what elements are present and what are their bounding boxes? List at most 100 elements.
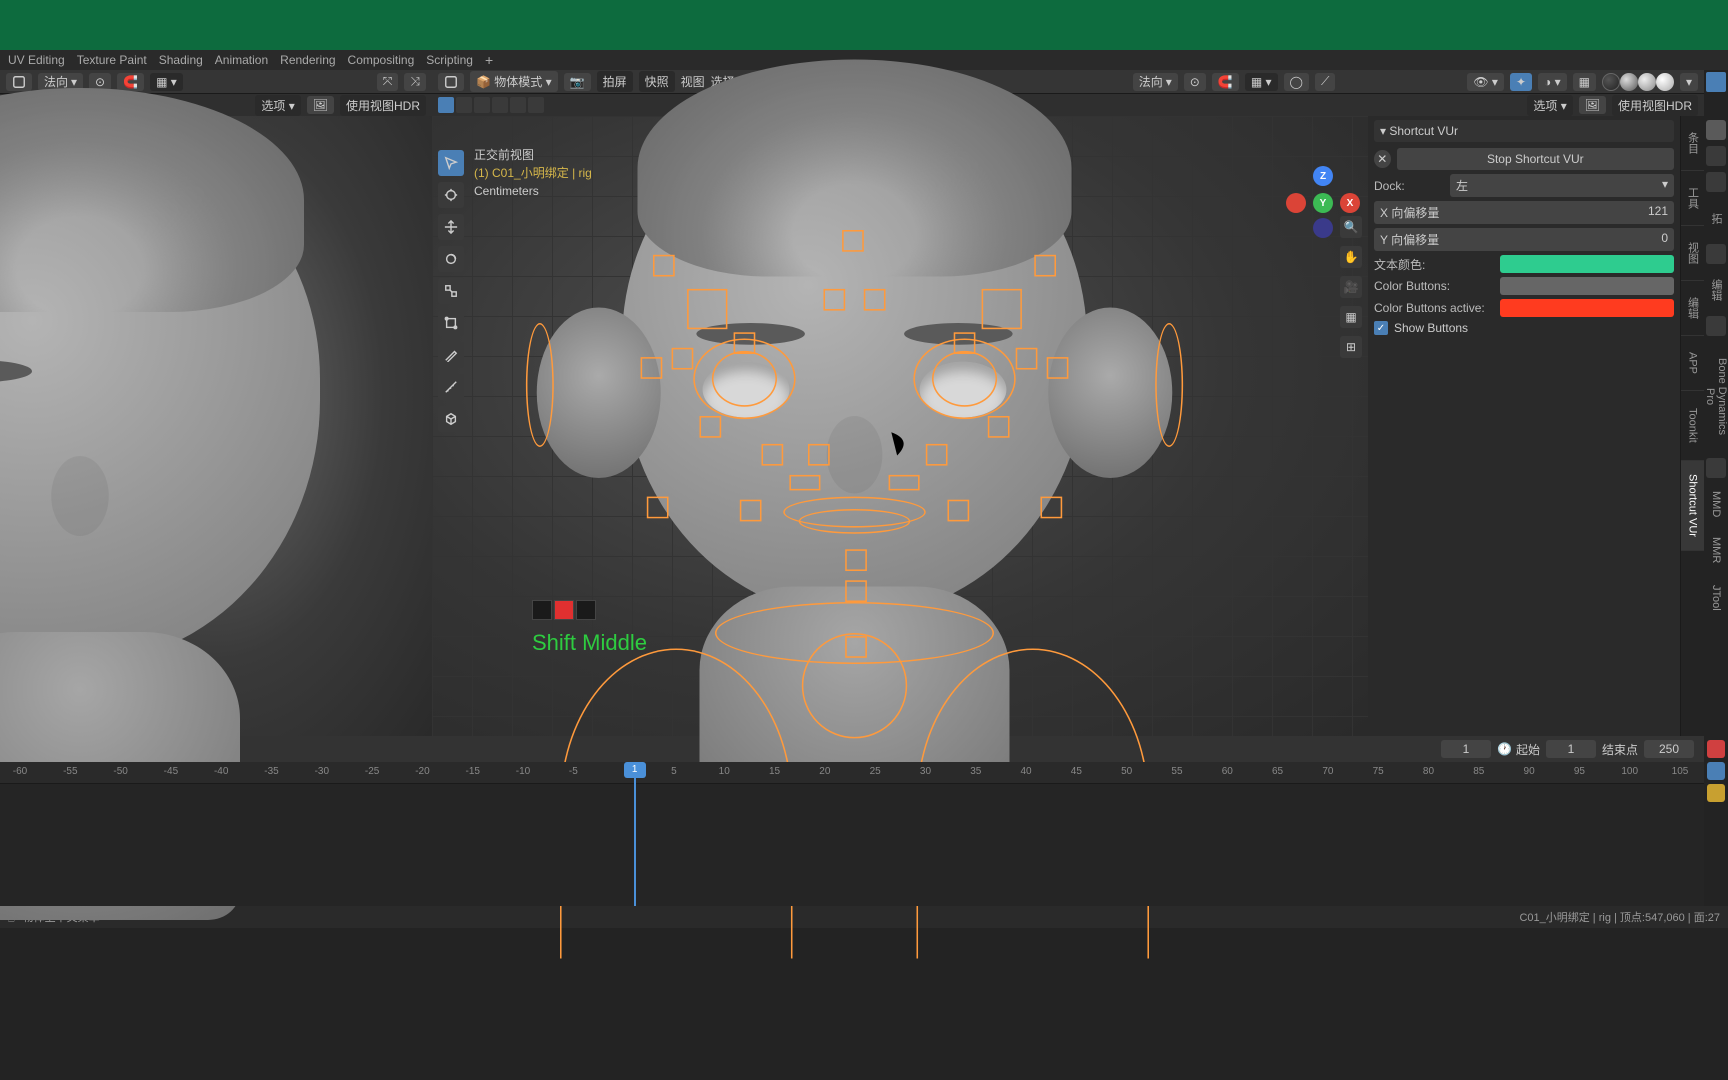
menu-view[interactable]: 视图 bbox=[681, 73, 705, 90]
wireframe-shading-icon[interactable] bbox=[1602, 73, 1620, 91]
side-tab-tool[interactable]: 工具 bbox=[1681, 171, 1704, 226]
xray-toggle-icon[interactable]: ▦ bbox=[1573, 73, 1596, 91]
properties-world-icon[interactable] bbox=[1706, 316, 1726, 336]
measure-tool[interactable] bbox=[438, 374, 464, 400]
select-mode-1[interactable] bbox=[438, 97, 454, 113]
annotate-tool[interactable] bbox=[438, 342, 464, 368]
side-tab-mmd[interactable]: MMD bbox=[1704, 484, 1728, 524]
options-dropdown[interactable]: 选项 ▾ bbox=[1527, 95, 1572, 116]
mirror-y-icon[interactable]: ⤨ bbox=[404, 73, 426, 91]
side-tab-edit[interactable]: 编辑 bbox=[1681, 281, 1704, 336]
visibility-icon[interactable]: 👁 ▾ bbox=[1467, 73, 1504, 91]
tab-compositing[interactable]: Compositing bbox=[348, 53, 415, 67]
snap-icon[interactable]: 🧲 bbox=[117, 73, 144, 91]
side-tab-extra-edit[interactable]: 编辑 bbox=[1704, 270, 1728, 310]
y-offset-slider[interactable]: Y 向偏移量0 bbox=[1374, 228, 1674, 251]
side-tab-jtool[interactable]: JTool bbox=[1704, 576, 1728, 620]
current-frame-field[interactable]: 1 bbox=[1441, 740, 1491, 758]
options-dropdown[interactable]: 选项 ▾ bbox=[255, 95, 300, 116]
editor-type-icon[interactable] bbox=[438, 73, 464, 91]
camera-icon[interactable]: 📷 bbox=[564, 73, 591, 91]
tab-shading[interactable]: Shading bbox=[159, 53, 203, 67]
tab-animation[interactable]: Animation bbox=[215, 53, 268, 67]
snap-targets[interactable]: ▦ ▾ bbox=[1245, 73, 1278, 91]
add-workspace-button[interactable]: + bbox=[485, 52, 493, 68]
tab-scripting[interactable]: Scripting bbox=[426, 53, 473, 67]
material-shading-icon[interactable] bbox=[1638, 73, 1656, 91]
mode-dropdown[interactable]: 📦 物体模式 ▾ bbox=[470, 71, 558, 92]
editor-type-icon[interactable] bbox=[6, 73, 32, 91]
curve-icon[interactable]: ⟋ bbox=[1315, 73, 1335, 91]
axis-z[interactable]: Z bbox=[1313, 166, 1333, 186]
menu-snapshot[interactable]: 快照 bbox=[639, 71, 675, 92]
transform-tool[interactable] bbox=[438, 310, 464, 336]
clock-icon[interactable]: 🕐 bbox=[1497, 742, 1512, 756]
show-buttons-checkbox[interactable]: ✓ bbox=[1374, 321, 1388, 335]
select-mode-6[interactable] bbox=[528, 97, 544, 113]
grid-icon[interactable]: ⊞ bbox=[1340, 336, 1362, 358]
perspective-icon[interactable]: ▦ bbox=[1340, 306, 1362, 328]
solid-shading-icon[interactable] bbox=[1620, 73, 1638, 91]
add-cube-tool[interactable] bbox=[438, 406, 464, 432]
snap-targets[interactable]: ▦ ▾ bbox=[150, 73, 183, 91]
timeline-body[interactable] bbox=[0, 784, 1704, 906]
tab-texture-paint[interactable]: Texture Paint bbox=[77, 53, 147, 67]
pan-icon[interactable]: ✋ bbox=[1340, 246, 1362, 268]
shading-options-icon[interactable]: ▾ bbox=[1680, 73, 1698, 91]
x-offset-slider[interactable]: X 向偏移量121 bbox=[1374, 201, 1674, 224]
color-buttons-active-swatch[interactable] bbox=[1500, 299, 1674, 317]
cursor-tool[interactable] bbox=[438, 182, 464, 208]
panel-header[interactable]: ▾ Shortcut VUr bbox=[1374, 120, 1674, 142]
start-frame-field[interactable]: 1 bbox=[1546, 740, 1596, 758]
zoom-icon[interactable]: 🔍 bbox=[1340, 216, 1362, 238]
hdr-icon[interactable]: 🖼 bbox=[1579, 96, 1606, 114]
side-tab-toonkit[interactable]: Toonkit bbox=[1681, 391, 1704, 461]
side-tab-item[interactable]: 条目 bbox=[1681, 116, 1704, 171]
move-tool[interactable] bbox=[438, 214, 464, 240]
select-mode-3[interactable] bbox=[474, 97, 490, 113]
stop-button[interactable]: Stop Shortcut VUr bbox=[1397, 148, 1674, 170]
proportional-edit-icon[interactable]: ◯ bbox=[1284, 73, 1309, 91]
side-tab-app[interactable]: APP bbox=[1681, 336, 1704, 391]
hdr-toggle[interactable]: 使用视图HDR bbox=[1612, 95, 1698, 116]
gizmo-toggle-icon[interactable]: ✦ bbox=[1510, 73, 1532, 91]
select-box-tool[interactable] bbox=[438, 150, 464, 176]
axis-x[interactable]: X bbox=[1340, 193, 1360, 213]
text-color-swatch[interactable] bbox=[1500, 255, 1674, 273]
axis-neg-x[interactable] bbox=[1286, 193, 1306, 213]
menu-capture[interactable]: 拍屏 bbox=[597, 71, 633, 92]
orientation-dropdown[interactable]: 法向 ▾ bbox=[1133, 73, 1178, 91]
snap-icon[interactable]: 🧲 bbox=[1212, 73, 1239, 91]
end-frame-field[interactable]: 250 bbox=[1644, 740, 1694, 758]
properties-output-icon[interactable] bbox=[1706, 146, 1726, 166]
properties-view-icon[interactable] bbox=[1706, 172, 1726, 192]
axis-neg-z[interactable] bbox=[1313, 218, 1333, 238]
left-3d-viewport[interactable] bbox=[0, 116, 432, 736]
side-tab-bone-dynamics[interactable]: Bone Dynamics Pro bbox=[1704, 342, 1728, 452]
select-mode-2[interactable] bbox=[456, 97, 472, 113]
dock-dropdown[interactable]: 左▾ bbox=[1450, 174, 1674, 197]
tab-rendering[interactable]: Rendering bbox=[280, 53, 335, 67]
hdr-toggle[interactable]: 使用视图HDR bbox=[340, 95, 426, 116]
side-tab-extra-topo[interactable]: 拓 bbox=[1704, 198, 1728, 238]
hdr-icon[interactable]: 🖼 bbox=[307, 96, 334, 114]
rotate-tool[interactable] bbox=[438, 246, 464, 272]
marker-red-icon[interactable] bbox=[1707, 740, 1725, 758]
properties-render-icon[interactable] bbox=[1706, 120, 1726, 140]
pivot-icon[interactable]: ⊙ bbox=[1184, 73, 1206, 91]
right-3d-viewport[interactable]: 正交前视图 (1) C01_小明绑定 | rig Centimeters bbox=[432, 116, 1368, 736]
playhead[interactable] bbox=[634, 762, 636, 906]
side-tab-shortcut-vur[interactable]: Shortcut VUr bbox=[1681, 461, 1704, 551]
select-mode-5[interactable] bbox=[510, 97, 526, 113]
mirror-x-icon[interactable]: ⤧ bbox=[377, 73, 399, 91]
color-buttons-swatch[interactable] bbox=[1500, 277, 1674, 295]
select-mode-4[interactable] bbox=[492, 97, 508, 113]
camera-view-icon[interactable]: 🎥 bbox=[1340, 276, 1362, 298]
cursor-icon[interactable] bbox=[1706, 72, 1726, 92]
marker-yellow-icon[interactable] bbox=[1707, 784, 1725, 802]
marker-blue-icon[interactable] bbox=[1707, 762, 1725, 780]
overlay-icon[interactable]: ◑ ▾ bbox=[1538, 73, 1567, 91]
properties-scene-icon[interactable] bbox=[1706, 244, 1726, 264]
side-tab-view[interactable]: 视图 bbox=[1681, 226, 1704, 281]
close-icon[interactable]: ✕ bbox=[1374, 150, 1391, 168]
